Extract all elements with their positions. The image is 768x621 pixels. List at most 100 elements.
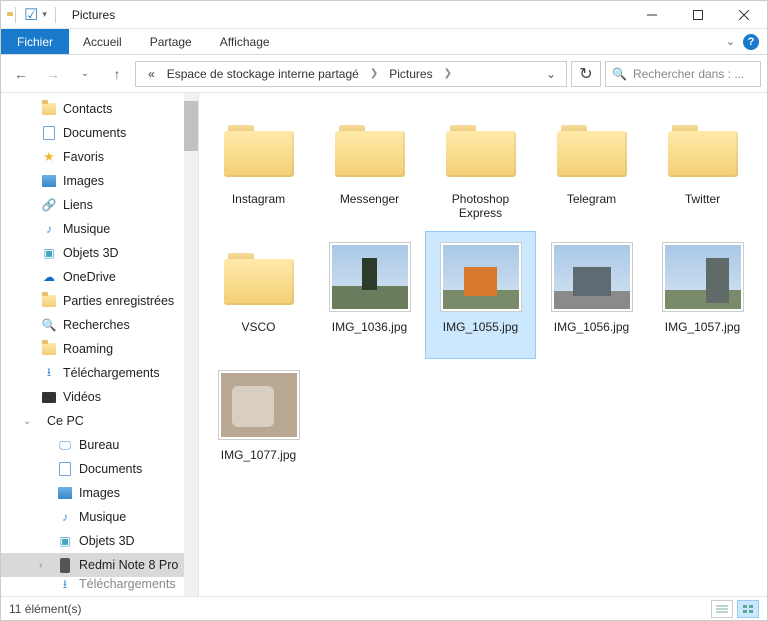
image-thumbnail <box>663 243 743 311</box>
scrollbar-thumb[interactable] <box>184 101 198 151</box>
explorer-window: ☑ ▾ Pictures Fichier Accueil Partage Aff… <box>0 0 768 621</box>
sidebar-item-musique[interactable]: ♪ Musique <box>1 505 198 529</box>
folder-item[interactable]: Photoshop Express <box>425 103 536 231</box>
image-thumbnail <box>441 243 521 311</box>
sidebar-item-documents[interactable]: Documents <box>1 457 198 481</box>
image-file-item[interactable]: IMG_1077.jpg <box>203 359 314 487</box>
image-file-item[interactable]: IMG_1055.jpg <box>425 231 536 359</box>
sidebar-item-label: Contacts <box>63 102 112 116</box>
img-icon <box>41 173 57 189</box>
close-button[interactable] <box>721 1 767 29</box>
ribbon-tabs: Fichier Accueil Partage Affichage ⌄ ? <box>1 29 767 55</box>
folder-item[interactable]: Twitter <box>647 103 758 231</box>
refresh-button[interactable]: ↻ <box>571 61 601 87</box>
folder-icon <box>335 121 405 177</box>
sidebar-item-documents[interactable]: Documents <box>1 121 198 145</box>
address-bar[interactable]: « Espace de stockage interne partagé ❯ P… <box>135 61 567 87</box>
folder-icon <box>224 121 294 177</box>
tab-file[interactable]: Fichier <box>1 29 69 54</box>
sidebar-section-this-pc[interactable]: ⌄ Ce PC <box>1 409 198 433</box>
sidebar-item-label: Objets 3D <box>63 246 119 260</box>
icons-view-button[interactable] <box>737 600 759 618</box>
search-icon: 🔍 <box>612 67 627 81</box>
file-name-label: IMG_1077.jpg <box>221 448 296 462</box>
sidebar-item-musique[interactable]: ♪Musique <box>1 217 198 241</box>
search-placeholder: Rechercher dans : ... <box>633 67 744 81</box>
sidebar-item-images[interactable]: Images <box>1 481 198 505</box>
status-text: 11 élément(s) <box>9 602 81 616</box>
qat-dropdown-icon[interactable]: ▾ <box>42 9 47 20</box>
video-icon <box>41 389 57 405</box>
sidebar-item-vidéos[interactable]: Vidéos <box>1 385 198 409</box>
sidebar-item-label: Documents <box>79 462 142 476</box>
folder-item[interactable]: VSCO <box>203 231 314 359</box>
sidebar-item-label: Téléchargements <box>63 366 160 380</box>
sidebar-scrollbar[interactable] <box>184 93 198 596</box>
tree: Contacts Documents ★Favoris Images 🔗Liens ♪ Mu… <box>1 93 198 591</box>
doc-icon <box>41 125 57 141</box>
chevron-right-icon[interactable]: ❯ <box>441 68 455 79</box>
sidebar-item-téléchargements[interactable]: ⭳Téléchargements <box>1 577 198 591</box>
sidebar-item-label: Redmi Note 8 Pro <box>79 558 178 572</box>
3d-icon: ▣ <box>41 245 57 261</box>
tab-partage[interactable]: Partage <box>136 29 206 54</box>
properties-icon[interactable]: ☑ <box>24 5 38 25</box>
sidebar-item-parties-enregistrées[interactable]: Parties enregistrées <box>1 289 198 313</box>
sidebar-item-label: Recherches <box>63 318 130 332</box>
up-button[interactable]: ↑ <box>103 60 131 88</box>
folder-icon <box>446 121 516 177</box>
dl-icon: ⭳ <box>41 365 57 381</box>
sidebar-item-téléchargements[interactable]: ⭳ Téléchargements <box>1 361 198 385</box>
details-view-button[interactable] <box>711 600 733 618</box>
image-file-item[interactable]: IMG_1056.jpg <box>536 231 647 359</box>
status-bar: 11 élément(s) <box>1 596 767 620</box>
sidebar-item-label: Musique <box>79 510 126 524</box>
folder-item[interactable]: Instagram <box>203 103 314 231</box>
tab-affichage[interactable]: Affichage <box>206 29 284 54</box>
tab-accueil[interactable]: Accueil <box>69 29 136 54</box>
expander-icon[interactable]: ⌄ <box>23 416 31 427</box>
image-thumbnail <box>330 243 410 311</box>
forward-button[interactable]: → <box>39 60 67 88</box>
minimize-button[interactable] <box>629 1 675 29</box>
sidebar-item-roaming[interactable]: Roaming <box>1 337 198 361</box>
sidebar-item-favoris[interactable]: ★Favoris <box>1 145 198 169</box>
recent-dropdown[interactable]: ⌄ <box>71 60 99 88</box>
music-icon: ♪ <box>57 509 73 525</box>
address-dropdown-icon[interactable]: ⌄ <box>540 67 562 81</box>
sidebar-item-label: Documents <box>63 126 126 140</box>
search-input[interactable]: 🔍 Rechercher dans : ... <box>605 61 761 87</box>
body: Contacts Documents ★Favoris Images 🔗Liens ♪ Mu… <box>1 93 767 596</box>
dl-icon: ⭳ <box>57 577 73 591</box>
chevron-right-icon[interactable]: ❯ <box>367 68 381 79</box>
sidebar-item-bureau[interactable]: 🖵Bureau <box>1 433 198 457</box>
folder-item[interactable]: Messenger <box>314 103 425 231</box>
back-button[interactable]: ← <box>7 60 35 88</box>
sidebar-item-recherches[interactable]: 🔍Recherches <box>1 313 198 337</box>
folder-icon <box>224 249 294 305</box>
folder-item[interactable]: Telegram <box>536 103 647 231</box>
doc-icon <box>57 461 73 477</box>
maximize-button[interactable] <box>675 1 721 29</box>
ribbon-expand-icon[interactable]: ⌄ <box>726 35 735 48</box>
image-file-item[interactable]: IMG_1036.jpg <box>314 231 425 359</box>
sidebar-item-objets-3d[interactable]: ▣Objets 3D <box>1 529 198 553</box>
sidebar-item-liens[interactable]: 🔗Liens <box>1 193 198 217</box>
sidebar-item-label: Ce PC <box>47 414 84 428</box>
sidebar-item-images[interactable]: Images <box>1 169 198 193</box>
breadcrumb-seg-1[interactable]: Espace de stockage interne partagé <box>163 62 363 86</box>
breadcrumb-prefix[interactable]: « <box>144 62 159 86</box>
file-pane[interactable]: InstagramMessengerPhotoshop ExpressTeleg… <box>199 93 767 596</box>
sidebar-item-redmi-note-8-pro[interactable]: › Redmi Note 8 Pro <box>1 553 198 577</box>
breadcrumb-seg-2[interactable]: Pictures <box>385 62 436 86</box>
image-file-item[interactable]: IMG_1057.jpg <box>647 231 758 359</box>
file-name-label: IMG_1056.jpg <box>554 320 629 334</box>
sidebar-item-label: Images <box>63 174 104 188</box>
expander-icon[interactable]: › <box>39 560 42 571</box>
sidebar-item-onedrive[interactable]: ☁OneDrive <box>1 265 198 289</box>
separator <box>55 7 56 23</box>
help-icon[interactable]: ? <box>743 34 759 50</box>
sidebar-item-contacts[interactable]: Contacts <box>1 97 198 121</box>
sidebar-item-objets-3d[interactable]: ▣ Objets 3D <box>1 241 198 265</box>
music-icon: ♪ <box>41 221 57 237</box>
